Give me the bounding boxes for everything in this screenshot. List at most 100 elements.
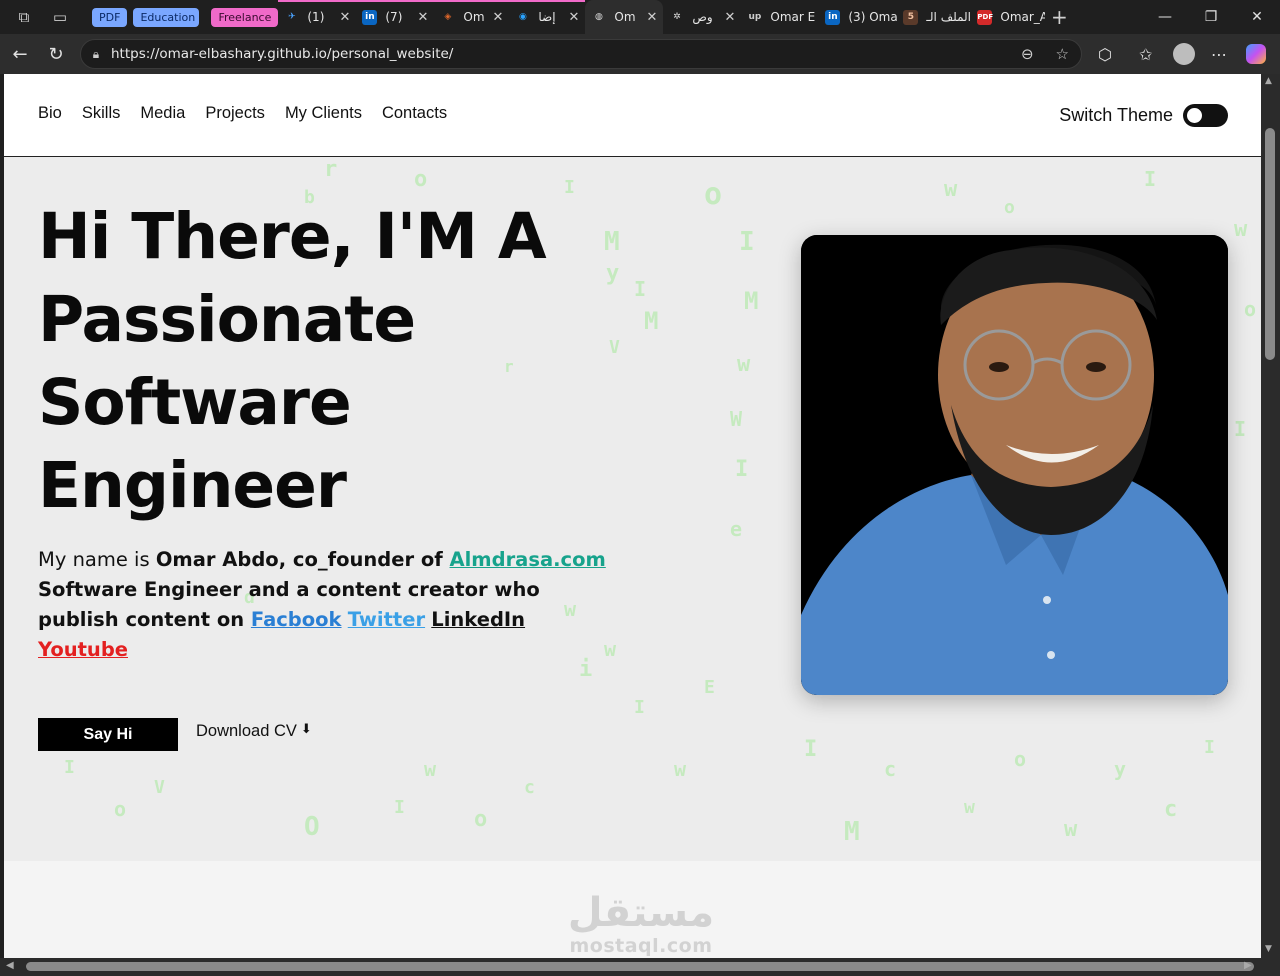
- browser-tab[interactable]: ✲ وص ✕: [663, 0, 741, 34]
- restore-icon[interactable]: ❐: [1188, 9, 1234, 25]
- youtube-link[interactable]: Youtube: [38, 638, 128, 661]
- nav-skills[interactable]: Skills: [82, 104, 121, 123]
- horizontal-scrollbar[interactable]: ◀ ▶: [0, 958, 1280, 976]
- address-bar[interactable]: 🔒︎ https://omar-elbashary.github.io/pers…: [80, 39, 1082, 69]
- main-nav: Bio Skills Media Projects My Clients Con…: [38, 104, 447, 123]
- browser-toolbar: ← ↻ 🔒︎ https://omar-elbashary.github.io/…: [0, 34, 1280, 74]
- browser-tab[interactable]: in (7) ✕: [356, 0, 435, 34]
- vertical-scroll-thumb[interactable]: [1265, 128, 1275, 360]
- intro-name: Omar Abdo, co_founder of: [155, 548, 450, 571]
- nav-projects[interactable]: Projects: [205, 104, 265, 123]
- globe-icon: ◍: [594, 11, 603, 22]
- next-section: مستقل mostaql.com: [4, 861, 1261, 958]
- favorites-icon[interactable]: ✩: [1139, 34, 1152, 74]
- linkedin-link[interactable]: LinkedIn: [431, 608, 525, 631]
- back-icon[interactable]: ←: [2, 44, 38, 65]
- browser-tab[interactable]: 5 الملف الـ: [897, 0, 971, 34]
- scroll-up-icon[interactable]: ▲: [1265, 76, 1272, 86]
- profile-portrait: [801, 235, 1228, 695]
- lock-icon[interactable]: 🔒︎: [81, 47, 111, 62]
- browser-tab-bar: ⧉ ▭ PDF Education Freelance ✈ (1) ✕ in (…: [0, 0, 1280, 34]
- tab-title: (3) Oma: [848, 10, 898, 24]
- linkedin-icon: in: [825, 9, 841, 25]
- horizontal-scroll-thumb[interactable]: [26, 962, 1254, 971]
- extensions-icon[interactable]: ⬡: [1098, 34, 1112, 74]
- tab-title: Omar E: [770, 10, 816, 24]
- download-cv-label: Download CV: [196, 722, 297, 740]
- nav-bio[interactable]: Bio: [38, 104, 62, 123]
- close-tab-icon[interactable]: ✕: [486, 10, 503, 25]
- vertical-scrollbar[interactable]: ▲ ▼: [1261, 74, 1280, 958]
- site-header: Bio Skills Media Projects My Clients Con…: [4, 74, 1261, 157]
- page-viewport: Bio Skills Media Projects My Clients Con…: [4, 74, 1261, 958]
- copilot-icon[interactable]: [1246, 34, 1266, 74]
- almdrasa-link[interactable]: Almdrasa.com: [450, 548, 606, 571]
- nav-my-clients[interactable]: My Clients: [285, 104, 362, 123]
- close-tab-icon[interactable]: ✕: [562, 10, 579, 25]
- vertical-tabs-icon[interactable]: ▭: [46, 3, 74, 31]
- mostaql-watermark: مستقل mostaql.com: [561, 891, 721, 957]
- tab-group-freelance[interactable]: Freelance: [211, 7, 279, 27]
- download-cv-button[interactable]: Download CV ⬇: [196, 722, 312, 741]
- browser-tab-active[interactable]: ◍ Om ✕: [585, 0, 664, 34]
- tab-title: (1): [307, 10, 325, 24]
- pdf-icon: PDF: [977, 9, 993, 25]
- profile-avatar-icon[interactable]: [1173, 34, 1195, 74]
- tab-title: إضا: [538, 10, 556, 24]
- nav-contacts[interactable]: Contacts: [382, 104, 447, 123]
- facebook-link[interactable]: Facbook: [251, 608, 342, 631]
- hero-section: M y I M V o I M w W I e r b o w i w I w …: [4, 157, 1261, 861]
- new-tab-icon[interactable]: +: [1045, 3, 1073, 31]
- tab-title: Omar_A: [1000, 10, 1046, 24]
- close-tab-icon[interactable]: ✕: [333, 10, 350, 25]
- linkedin-icon: in: [362, 9, 378, 25]
- scroll-right-icon[interactable]: ▶: [1244, 960, 1252, 971]
- favorite-star-icon[interactable]: ☆: [1056, 45, 1069, 63]
- close-tab-icon[interactable]: ✕: [411, 10, 428, 25]
- twitter-x-icon: ✈: [288, 11, 296, 22]
- upwork-icon: up: [748, 11, 762, 22]
- tab-title: Om: [463, 10, 485, 24]
- browser-tab[interactable]: ◈ Om ✕: [434, 0, 510, 34]
- tab-title: وص: [692, 10, 713, 24]
- tab-title: الملف الـ: [926, 10, 972, 24]
- settings-menu-icon[interactable]: ⋯: [1211, 34, 1227, 74]
- intro-prefix: My name is: [38, 548, 156, 571]
- url-text[interactable]: https://omar-elbashary.github.io/persona…: [111, 46, 453, 62]
- theme-switch-label: Switch Theme: [1059, 105, 1173, 125]
- more-actions-icon[interactable]: ⊖: [1021, 45, 1034, 63]
- browser-tab[interactable]: PDF Omar_A: [971, 0, 1045, 34]
- circle-icon: ◉: [518, 11, 527, 22]
- openai-icon: ✲: [673, 11, 681, 22]
- watermark-arabic: مستقل: [567, 890, 715, 936]
- theme-switch: Switch Theme: [1059, 104, 1228, 127]
- download-arrow-icon: ⬇: [300, 721, 312, 736]
- close-tab-icon[interactable]: ✕: [640, 10, 657, 25]
- twitter-link[interactable]: Twitter: [348, 608, 425, 631]
- refresh-icon[interactable]: ↻: [38, 44, 74, 65]
- scroll-down-icon[interactable]: ▼: [1265, 944, 1272, 954]
- theme-toggle[interactable]: [1183, 104, 1228, 127]
- nav-media[interactable]: Media: [140, 104, 185, 123]
- browser-tab[interactable]: ◉ إضا ✕: [509, 0, 586, 34]
- browser-tab[interactable]: up Omar E: [741, 0, 819, 34]
- tab-title: Om: [614, 10, 636, 24]
- window-controls: — ❐ ✕: [1142, 9, 1280, 25]
- shield-icon: ◈: [444, 11, 452, 22]
- tab-group-education[interactable]: Education: [133, 7, 200, 27]
- watermark-latin: mostaql.com: [569, 935, 713, 957]
- hero-headline: Hi There, I'M A Passionate Software Engi…: [38, 200, 547, 522]
- tab-group-pdf[interactable]: PDF: [92, 7, 128, 27]
- scroll-left-icon[interactable]: ◀: [6, 960, 14, 971]
- close-tab-icon[interactable]: ✕: [718, 10, 735, 25]
- browser-tab[interactable]: ✈ (1) ✕: [278, 0, 357, 34]
- minimize-icon[interactable]: —: [1142, 9, 1188, 25]
- profile-photo: [801, 235, 1228, 695]
- close-window-icon[interactable]: ✕: [1234, 9, 1280, 25]
- hero-intro: My name is Omar Abdo, co_founder of Almd…: [38, 545, 618, 665]
- browser-tab[interactable]: in (3) Oma: [819, 0, 897, 34]
- mostaql-icon: 5: [903, 9, 919, 25]
- tab-title: (7): [385, 10, 403, 24]
- workspaces-icon[interactable]: ⧉: [10, 3, 38, 31]
- say-hi-button[interactable]: Say Hi: [38, 718, 178, 751]
